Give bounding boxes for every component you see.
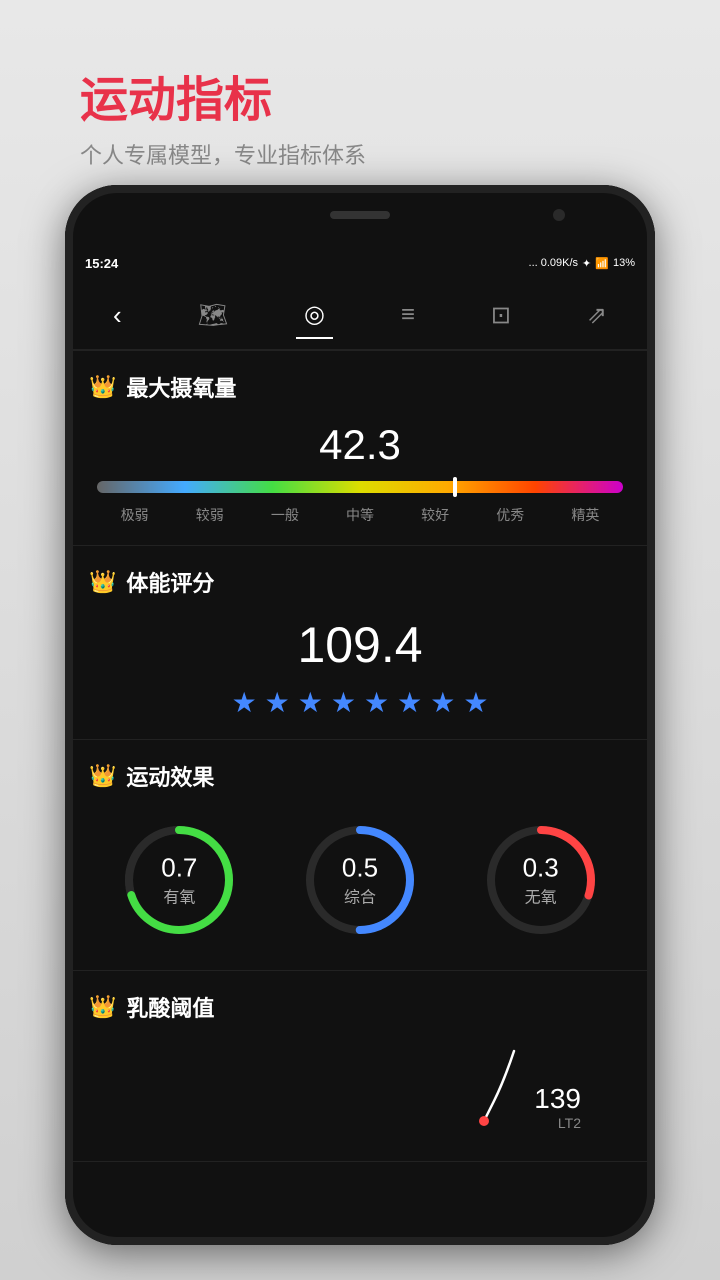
aerobic-value: 0.7 [161,853,197,884]
exercise-effect-section: 👑 运动效果 0.7 有氧 [65,740,655,971]
aerobic-text: 0.7 有氧 [161,853,197,908]
star-3: ★ [298,686,323,719]
star-5: ★ [364,686,389,719]
search-icon[interactable]: ⊡ [483,293,519,338]
star-7: ★ [430,686,455,719]
comprehensive-circle: 0.5 综合 [300,820,420,940]
aerobic-name: 有氧 [163,890,195,907]
star-6: ★ [397,686,422,719]
speaker [330,211,390,219]
bluetooth-icon: ✦ [582,257,591,270]
fitness-title: 👑 体能评分 [89,566,631,598]
aerobic-circle-wrapper: 0.7 有氧 [119,820,239,940]
phone-frame: 15:24 ... 0.09K/s ✦ 📶 13% ‹ 🗺 ◎ ≡ ⊡ ⇗ 👑 … [65,185,655,1245]
bar-marker [453,477,457,497]
lactate-lt2-label: LT2 [534,1115,601,1131]
anaerobic-name: 无氧 [525,890,557,907]
label-中等: 中等 [322,505,397,525]
label-较好: 较好 [398,505,473,525]
signal-text: ... 0.09K/s [529,257,579,269]
anaerobic-value: 0.3 [523,853,559,884]
gradient-bar [97,481,623,493]
star-1: ★ [232,686,257,719]
anaerobic-circle-wrapper: 0.3 无氧 [481,820,601,940]
bar-labels: 极弱 较弱 一般 中等 较好 优秀 精英 [89,505,631,525]
vo2max-value: 42.3 [89,421,631,469]
vo2max-section: 👑 最大摄氧量 42.3 极弱 较弱 一般 中等 较好 优秀 精英 [65,351,655,546]
wifi-icon: 📶 [595,257,609,270]
crown-icon-fitness: 👑 [89,569,116,595]
nav-bar: ‹ 🗺 ◎ ≡ ⊡ ⇗ [65,281,655,351]
comprehensive-name: 综合 [344,890,376,907]
label-极弱: 极弱 [97,505,172,525]
comprehensive-value: 0.5 [342,853,378,884]
aerobic-circle: 0.7 有氧 [119,820,239,940]
page-header: 运动指标 个人专属模型，专业指标体系 [80,60,366,170]
status-icons: ... 0.09K/s ✦ 📶 13% [529,257,635,270]
fitness-value: 109.4 [89,616,631,674]
lactate-label: 乳酸阈值 [126,991,214,1023]
app-content: 👑 最大摄氧量 42.3 极弱 较弱 一般 中等 较好 优秀 精英 👑 体能评分 [65,351,655,1245]
effect-title: 👑 运动效果 [89,760,631,792]
refresh-icon[interactable]: ◎ [296,292,333,339]
page-subtitle: 个人专属模型，专业指标体系 [80,138,366,170]
fitness-label: 体能评分 [126,566,214,598]
lactate-curve-chart [454,1041,524,1131]
crown-icon-lactate: 👑 [89,994,116,1020]
lactate-value: 139 [534,1083,601,1115]
back-button[interactable]: ‹ [105,292,130,339]
label-较弱: 较弱 [172,505,247,525]
stars-row: ★ ★ ★ ★ ★ ★ ★ ★ [89,686,631,719]
lactate-title: 👑 乳酸阈值 [89,991,631,1023]
battery-text: 13% [613,257,635,269]
status-time: 15:24 [85,256,118,271]
fitness-section: 👑 体能评分 109.4 ★ ★ ★ ★ ★ ★ ★ ★ [65,546,655,740]
star-8-half: ★ [463,686,488,719]
effect-label: 运动效果 [126,760,214,792]
phone-top-bar [65,185,655,245]
comprehensive-text: 0.5 综合 [342,853,378,908]
vo2max-title: 👑 最大摄氧量 [89,371,631,403]
star-2: ★ [265,686,290,719]
crown-icon-effect: 👑 [89,763,116,789]
status-bar: 15:24 ... 0.09K/s ✦ 📶 13% [65,245,655,281]
location-icon[interactable]: 🗺 [190,293,236,338]
camera-dot [553,209,565,221]
vo2max-label: 最大摄氧量 [126,371,236,403]
list-icon[interactable]: ≡ [393,293,423,337]
anaerobic-text: 0.3 无氧 [523,853,559,908]
label-优秀: 优秀 [473,505,548,525]
effect-circles: 0.7 有氧 0.5 综合 [89,810,631,950]
lactate-section: 👑 乳酸阈值 139 LT2 [65,971,655,1162]
anaerobic-circle: 0.3 无氧 [481,820,601,940]
comprehensive-circle-wrapper: 0.5 综合 [300,820,420,940]
label-一般: 一般 [247,505,322,525]
label-精英: 精英 [548,505,623,525]
page-title: 运动指标 [80,60,366,130]
share-icon[interactable]: ⇗ [579,293,615,338]
crown-icon-vo2max: 👑 [89,374,116,400]
star-4: ★ [331,686,356,719]
